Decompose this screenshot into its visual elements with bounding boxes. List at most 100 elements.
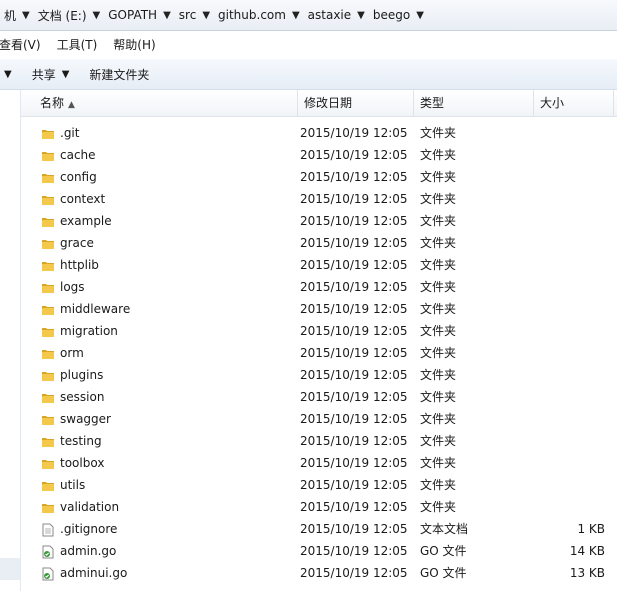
folder-icon	[41, 324, 55, 338]
file-row[interactable]: utils 2015/10/19 12:05 文件夹	[21, 474, 617, 496]
breadcrumb-item[interactable]: src ▼	[175, 0, 214, 30]
file-row[interactable]: plugins 2015/10/19 12:05 文件夹	[21, 364, 617, 386]
folder-icon	[41, 390, 55, 404]
file-modified-date: 2015/10/19 12:05	[300, 192, 408, 206]
chevron-down-icon[interactable]: ▼	[292, 10, 300, 21]
column-header-label: 名称	[40, 96, 65, 110]
text-file-icon	[41, 522, 55, 537]
file-name: validation	[60, 500, 120, 514]
file-type: 文件夹	[420, 148, 457, 162]
file-modified-date: 2015/10/19 12:05	[300, 390, 408, 404]
breadcrumb-label: 文档 (E:)	[37, 8, 87, 23]
menu-item-help[interactable]: 帮助(H)	[105, 31, 163, 59]
column-header-name[interactable]: 名称 ▲	[34, 90, 298, 116]
file-row[interactable]: logs 2015/10/19 12:05 文件夹	[21, 276, 617, 298]
file-type: 文件夹	[420, 346, 457, 360]
folder-icon	[41, 368, 55, 382]
share-button[interactable]: 共享 ▼	[32, 66, 70, 83]
chevron-down-icon[interactable]: ▼	[4, 69, 12, 80]
folder-icon	[41, 500, 55, 514]
chevron-down-icon: ▼	[61, 68, 70, 80]
file-row[interactable]: .gitignore 2015/10/19 12:05 文本文档 1 KB	[21, 518, 617, 540]
file-size: 13 KB	[569, 566, 605, 580]
folder-icon	[41, 236, 55, 250]
address-bar[interactable]: 机 ▼ 文档 (E:) ▼ GOPATH ▼ src ▼ github.com ▼ ast…	[0, 0, 617, 31]
breadcrumb-label: 机	[4, 8, 17, 23]
new-folder-label: 新建文件夹	[89, 67, 150, 82]
file-modified-date: 2015/10/19 12:05	[300, 522, 408, 536]
file-name: utils	[60, 478, 86, 492]
column-header-label: 大小	[540, 96, 565, 110]
file-modified-date: 2015/10/19 12:05	[300, 236, 408, 250]
breadcrumb-item[interactable]: GOPATH ▼	[104, 0, 175, 30]
file-name: context	[60, 192, 106, 206]
file-name: plugins	[60, 368, 104, 382]
file-row[interactable]: example 2015/10/19 12:05 文件夹	[21, 210, 617, 232]
file-modified-date: 2015/10/19 12:05	[300, 456, 408, 470]
file-name: adminui.go	[60, 566, 128, 580]
file-row[interactable]: httplib 2015/10/19 12:05 文件夹	[21, 254, 617, 276]
file-row[interactable]: context 2015/10/19 12:05 文件夹	[21, 188, 617, 210]
breadcrumb-label: astaxie	[307, 8, 352, 22]
file-type: GO 文件	[420, 544, 467, 558]
menu-item-view[interactable]: 查看(V)	[0, 31, 49, 59]
column-header-date[interactable]: 修改日期	[298, 90, 414, 116]
chevron-down-icon[interactable]: ▼	[93, 10, 101, 21]
file-type: 文件夹	[420, 434, 457, 448]
file-name: grace	[60, 236, 94, 250]
file-row[interactable]: validation 2015/10/19 12:05 文件夹	[21, 496, 617, 518]
breadcrumb-item[interactable]: beego ▼	[369, 0, 428, 30]
file-modified-date: 2015/10/19 12:05	[300, 170, 408, 184]
file-type: 文件夹	[420, 412, 457, 426]
file-modified-date: 2015/10/19 12:05	[300, 500, 408, 514]
chevron-down-icon[interactable]: ▼	[22, 10, 30, 21]
column-header-size[interactable]: 大小	[534, 90, 614, 116]
navigation-pane[interactable]	[0, 90, 21, 591]
file-type: 文件夹	[420, 324, 457, 338]
go-file-icon	[41, 566, 55, 581]
file-row[interactable]: adminui.go 2015/10/19 12:05 GO 文件 13 KB	[21, 562, 617, 584]
file-modified-date: 2015/10/19 12:05	[300, 566, 408, 580]
menu-item-tools[interactable]: 工具(T)	[49, 31, 106, 59]
folder-icon	[41, 434, 55, 448]
file-row[interactable]: migration 2015/10/19 12:05 文件夹	[21, 320, 617, 342]
file-modified-date: 2015/10/19 12:05	[300, 126, 408, 140]
file-rows: .git 2015/10/19 12:05 文件夹 cache 2015/10/19 1…	[21, 122, 617, 584]
file-name: admin.go	[60, 544, 117, 558]
file-row[interactable]: testing 2015/10/19 12:05 文件夹	[21, 430, 617, 452]
file-row[interactable]: .git 2015/10/19 12:05 文件夹	[21, 122, 617, 144]
chevron-down-icon[interactable]: ▼	[416, 10, 424, 21]
file-name: config	[60, 170, 97, 184]
command-bar: ▼ 共享 ▼ 新建文件夹	[0, 59, 617, 90]
file-size: 14 KB	[569, 544, 605, 558]
share-label: 共享	[31, 67, 56, 82]
file-row[interactable]: toolbox 2015/10/19 12:05 文件夹	[21, 452, 617, 474]
nav-selected-item[interactable]	[0, 558, 20, 580]
chevron-down-icon[interactable]: ▼	[163, 10, 171, 21]
folder-icon	[41, 148, 55, 162]
file-name: session	[60, 390, 105, 404]
breadcrumb-item[interactable]: 机 ▼	[0, 0, 34, 30]
new-folder-button[interactable]: 新建文件夹	[89, 66, 149, 83]
chevron-down-icon[interactable]: ▼	[357, 10, 365, 21]
file-row[interactable]: orm 2015/10/19 12:05 文件夹	[21, 342, 617, 364]
file-row[interactable]: session 2015/10/19 12:05 文件夹	[21, 386, 617, 408]
breadcrumb-item[interactable]: github.com ▼	[214, 0, 304, 30]
file-name: example	[60, 214, 112, 228]
file-row[interactable]: swagger 2015/10/19 12:05 文件夹	[21, 408, 617, 430]
breadcrumb-item[interactable]: 文档 (E:) ▼	[34, 0, 105, 30]
chevron-down-icon[interactable]: ▼	[202, 10, 210, 21]
file-type: 文件夹	[420, 258, 457, 272]
file-row[interactable]: cache 2015/10/19 12:05 文件夹	[21, 144, 617, 166]
file-type: 文件夹	[420, 302, 457, 316]
file-list: 名称 ▲ 修改日期 类型 大小 .git 2015/10/19 12:05 文件夹 ca…	[21, 90, 617, 591]
go-file-icon	[41, 544, 55, 559]
breadcrumb-item[interactable]: astaxie ▼	[304, 0, 369, 30]
file-row[interactable]: config 2015/10/19 12:05 文件夹	[21, 166, 617, 188]
file-row[interactable]: middleware 2015/10/19 12:05 文件夹	[21, 298, 617, 320]
file-row[interactable]: admin.go 2015/10/19 12:05 GO 文件 14 KB	[21, 540, 617, 562]
column-header-type[interactable]: 类型	[414, 90, 534, 116]
file-name: swagger	[60, 412, 111, 426]
file-row[interactable]: grace 2015/10/19 12:05 文件夹	[21, 232, 617, 254]
file-modified-date: 2015/10/19 12:05	[300, 214, 408, 228]
